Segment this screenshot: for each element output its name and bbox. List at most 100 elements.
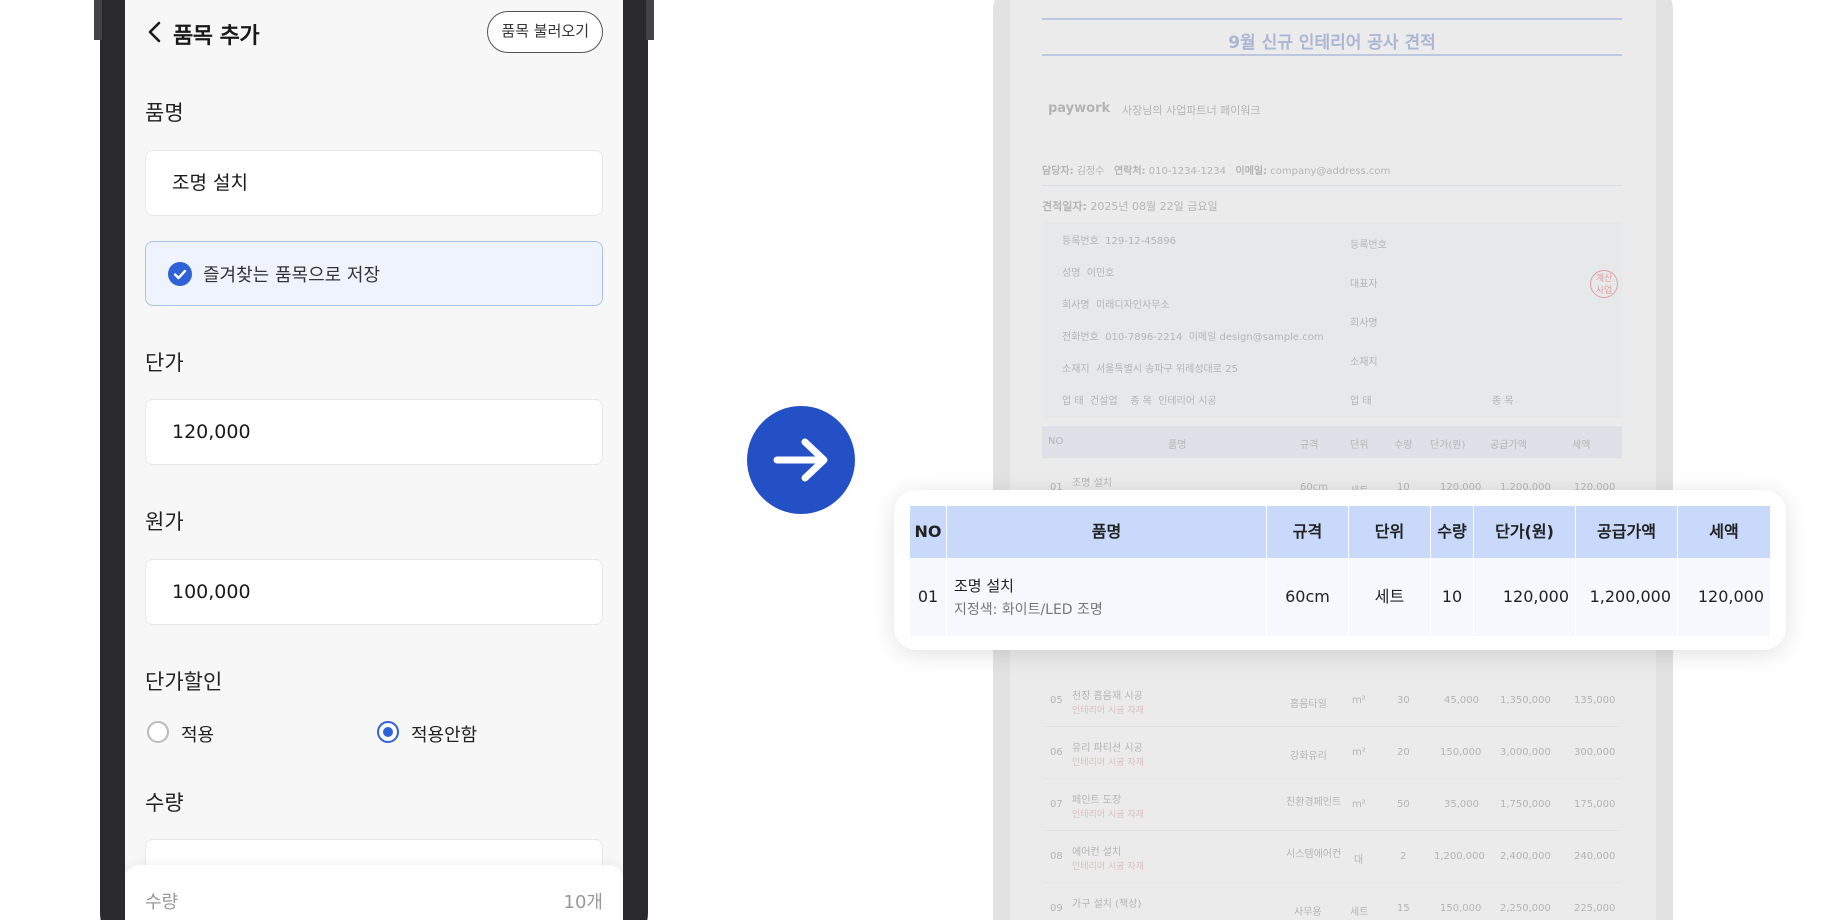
cell-unit: 세트 <box>1349 558 1431 636</box>
cell-tax: 120,000 <box>1697 587 1764 606</box>
supplier-biz-type: 건설업 <box>1089 396 1118 407</box>
stage: 품목 추가 품목 불러오기 품명 조명 설치 즐겨찾는 품목으로 저장 단가 1… <box>0 0 1840 920</box>
discount-none-radio[interactable] <box>377 721 399 743</box>
supplier-company-label: 회사명 <box>1062 300 1090 311</box>
doc-title: 9월 신규 인테리어 공사 견적 <box>1228 33 1436 53</box>
bottom-sheet-label: 수량 <box>145 892 179 913</box>
phone-screen: 품목 추가 품목 불러오기 품명 조명 설치 즐겨찾는 품목으로 저장 단가 1… <box>125 0 623 920</box>
doc-th-tax: 세액 <box>1572 440 1591 451</box>
doc-th-no: NO <box>1048 436 1064 447</box>
doc-table-row: 06 유리 파티션 시공 인테리어 시공 자재 강화유리 m² 20 150,0… <box>1042 727 1622 779</box>
supplier-tel: 010-7896-2214 <box>1105 332 1183 343</box>
doc-th-supply: 공급가액 <box>1490 440 1527 451</box>
doc-date: 견적일자: 2025년 08월 22일 금요일 <box>1042 198 1218 214</box>
supplier-biz-type-label: 업 태 <box>1062 396 1084 407</box>
receiver-biz-type-label: 업 태 <box>1350 396 1372 407</box>
estimate-document: 9월 신규 인테리어 공사 견적 paywork 사장님의 사업파트너 페이워크… <box>1010 0 1656 920</box>
app-header: 품목 추가 품목 불러오기 <box>125 0 623 64</box>
highlighted-item-card: NO 품명 규격 단위 수량 단가(원) 공급가액 세액 01 조명 설치 지정… <box>894 490 1786 650</box>
item-table: NO 품명 규격 단위 수량 단가(원) 공급가액 세액 01 조명 설치 지정… <box>910 506 1770 636</box>
phone-side-button-right <box>646 0 654 40</box>
doc-table-header: NO 품명 규격 단위 수량 단가(원) 공급가액 세액 <box>1042 426 1622 458</box>
doc-table-row: 08 에어컨 설치 인테리어 시공 자재 시스템에어컨 대 2 1,200,00… <box>1042 831 1622 883</box>
page-title: 품목 추가 <box>173 24 260 49</box>
doc-th-spec: 규격 <box>1300 440 1319 451</box>
doc-th-name: 품명 <box>1168 440 1187 451</box>
th-name: 품명 <box>947 506 1267 558</box>
cost-label: 원가 <box>145 510 184 534</box>
supplier-address-label: 소재지 <box>1062 364 1090 375</box>
cell-qty: 10 <box>1431 558 1474 636</box>
cost-input[interactable]: 100,000 <box>145 559 603 625</box>
email-label: 이메일: <box>1235 166 1268 177</box>
quantity-bottom-sheet[interactable]: 수량 10개 <box>125 865 623 920</box>
bottom-sheet-value: 10개 <box>563 892 603 913</box>
receiver-biz-item-label: 종 목 <box>1492 396 1514 407</box>
doc-slogan: 사장님의 사업파트너 페이워크 <box>1122 104 1261 117</box>
company-stamp: 계산 사업 <box>1590 270 1618 298</box>
paywork-logo: paywork <box>1048 101 1111 116</box>
back-icon[interactable] <box>145 20 165 44</box>
phone-label: 연락처: <box>1113 166 1146 177</box>
unit-price-label: 단가 <box>145 351 184 375</box>
item-name-input[interactable]: 조명 설치 <box>145 150 603 216</box>
cell-spec: 60cm <box>1267 558 1349 636</box>
discount-apply-label[interactable]: 적용 <box>181 721 214 747</box>
cell-no: 01 <box>910 558 947 636</box>
doc-th-price: 단가(원) <box>1430 440 1466 451</box>
favorite-label: 즐겨찾는 품목으로 저장 <box>203 265 381 286</box>
date-value: 2025년 08월 22일 금요일 <box>1090 200 1218 213</box>
manager-label: 담당자: <box>1042 166 1074 177</box>
discount-label: 단가할인 <box>145 670 223 694</box>
email-value: company@address.com <box>1270 166 1391 177</box>
doc-table-row: 09 가구 설치 (책상) 사무용 세트 15 150,000 2,250,00… <box>1042 883 1622 920</box>
party-info-box: 등록번호 129-12-45896 성명 이민호 회사명 미래디자인사무소 전화… <box>1042 222 1622 418</box>
item-table-header: NO 품명 규격 단위 수량 단가(원) 공급가액 세액 <box>910 506 1770 558</box>
supplier-biz-item: 인테리어 시공 <box>1158 396 1217 407</box>
date-label: 견적일자: <box>1042 200 1087 213</box>
th-spec: 규격 <box>1267 506 1349 558</box>
doc-table-row: 07 페인트 도장 인테리어 시공 자재 친환경페인트 m² 50 35,000… <box>1042 779 1622 831</box>
item-name-label: 품명 <box>145 101 184 125</box>
supplier-company: 미래디자인사무소 <box>1095 300 1170 311</box>
supplier-email-label: 이메일 <box>1188 332 1217 343</box>
receiver-company-label: 회사명 <box>1350 318 1378 329</box>
doc-table-row: 05 천장 흡음재 시공 인테리어 시공 자재 흡음타일 m² 30 45,00… <box>1042 675 1622 727</box>
th-price: 단가(원) <box>1474 506 1576 558</box>
phone-side-button-left <box>94 0 102 40</box>
quantity-label: 수량 <box>145 791 184 815</box>
load-items-button[interactable]: 품목 불러오기 <box>487 11 603 53</box>
item-spec-note: 지정색: 화이트/LED 조명 <box>954 602 1103 618</box>
item-name: 조명 설치 <box>954 577 1014 595</box>
cell-supply: 1,200,000 <box>1576 558 1678 636</box>
discount-apply-radio[interactable] <box>147 721 169 743</box>
th-unit: 단위 <box>1349 506 1431 558</box>
doc-title-bar: 9월 신규 인테리어 공사 견적 <box>1042 18 1622 56</box>
table-row: 01 조명 설치 지정색: 화이트/LED 조명 60cm 세트 10 120,… <box>910 558 1770 636</box>
supplier-tel-label: 전화번호 <box>1062 332 1099 343</box>
doc-th-unit: 단위 <box>1350 440 1369 451</box>
receiver-rep-label: 대표자 <box>1350 279 1378 290</box>
supplier-reg: 129-12-45896 <box>1105 236 1177 247</box>
unit-price-input[interactable]: 120,000 <box>145 399 603 465</box>
doc-th-qty: 수량 <box>1394 440 1413 451</box>
receiver-address-label: 소재지 <box>1350 357 1378 368</box>
discount-none-label[interactable]: 적용안함 <box>411 721 477 747</box>
doc-contact: 담당자: 김정수 연락처: 010-1234-1234 이메일: company… <box>1042 162 1390 177</box>
receiver-reg-label: 등록번호 <box>1350 240 1387 251</box>
cell-name: 조명 설치 지정색: 화이트/LED 조명 <box>947 558 1267 636</box>
supplier-reg-label: 등록번호 <box>1062 236 1099 247</box>
th-qty: 수량 <box>1431 506 1474 558</box>
supplier-email: design@sample.com <box>1219 332 1324 343</box>
supplier-address: 서울특별시 송파구 위례성대로 25 <box>1095 364 1238 375</box>
supplier-name-label: 성명 <box>1062 268 1081 279</box>
arrow-right-icon <box>747 406 855 514</box>
check-icon <box>168 262 192 286</box>
cell-price: 120,000 <box>1474 558 1576 636</box>
supplier-name: 이민호 <box>1086 268 1115 279</box>
phone-value: 010-1234-1234 <box>1148 166 1226 177</box>
th-no: NO <box>910 506 947 558</box>
favorite-checkbox[interactable]: 즐겨찾는 품목으로 저장 <box>145 241 603 306</box>
th-supply: 공급가액 <box>1576 506 1678 558</box>
manager-value: 김정수 <box>1076 166 1105 177</box>
